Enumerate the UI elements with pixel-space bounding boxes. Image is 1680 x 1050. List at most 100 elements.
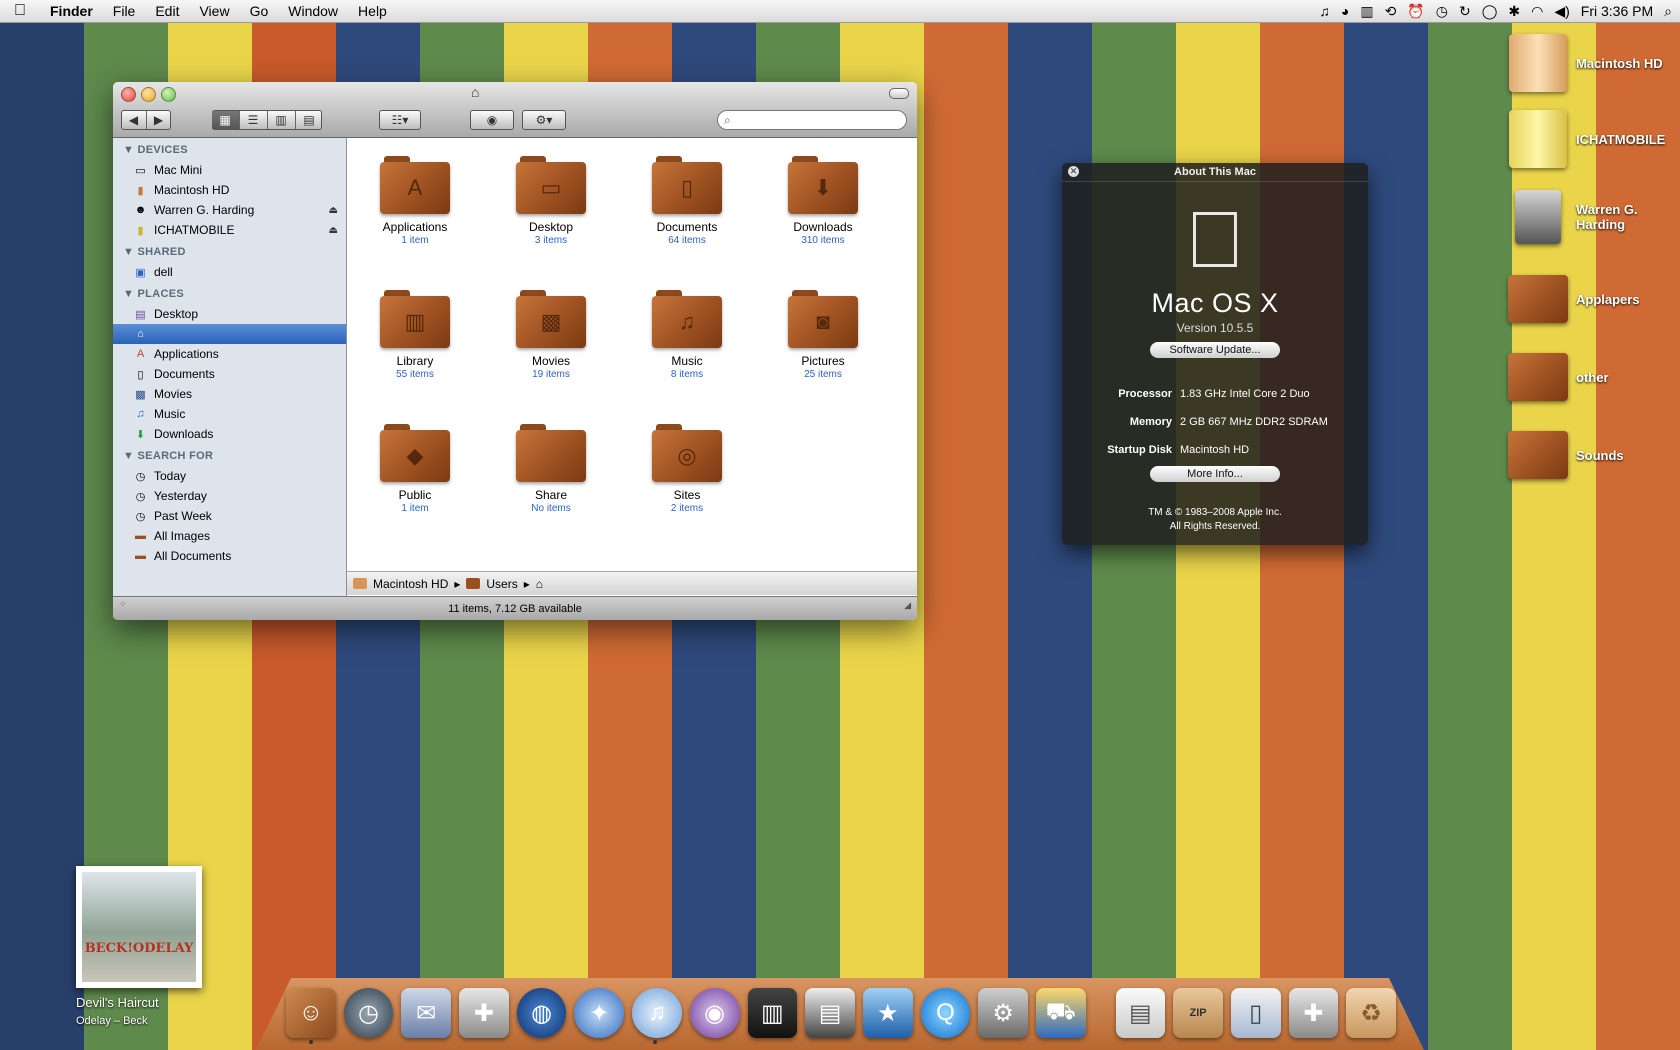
back-arrow-icon[interactable]: ◀: [122, 111, 147, 129]
sidebar-item-all-documents[interactable]: ▬ All Documents: [113, 546, 346, 566]
menu-go[interactable]: Go: [240, 0, 279, 22]
sidebar-header-places[interactable]: ▼ PLACES: [113, 282, 346, 304]
forward-arrow-icon[interactable]: ▶: [147, 111, 171, 129]
menu-clock[interactable]: Fri 3:36 PM: [1581, 0, 1653, 22]
sidebar-item-downloads[interactable]: ⬇ Downloads: [113, 424, 346, 444]
sidebar-item-macintosh-hd[interactable]: ▮ Macintosh HD: [113, 180, 346, 200]
time-machine-dock-icon[interactable]: ◷: [343, 988, 394, 1038]
time-machine-icon[interactable]: ◷: [1436, 0, 1448, 22]
icon-view-icon[interactable]: ▦: [211, 111, 240, 129]
desktop-icon-sounds[interactable]: Sounds: [1508, 428, 1678, 482]
column-view-icon[interactable]: ▥: [268, 111, 296, 129]
sidebar-header-shared[interactable]: ▼ SHARED: [113, 240, 346, 262]
menu-file[interactable]: File: [103, 0, 146, 22]
folder-item[interactable]: ▥ Library 55 items: [347, 290, 483, 380]
imovie-dock-icon[interactable]: ★: [862, 988, 913, 1038]
globe-dock-icon[interactable]: ◍: [516, 988, 567, 1038]
spotlight-search-icon[interactable]: ⌕: [1664, 0, 1672, 22]
sidebar-item-documents[interactable]: ▯ Documents: [113, 364, 346, 384]
desktop-icon-macintosh-hd[interactable]: Macintosh HD: [1508, 34, 1678, 92]
search-input[interactable]: ⌕: [717, 110, 907, 130]
preview-document-dock-icon[interactable]: ▤: [1115, 988, 1166, 1038]
chat-bubble-icon[interactable]: ◯: [1482, 0, 1498, 22]
cpu-meter-icon[interactable]: ▥: [1360, 0, 1373, 22]
minimize-button[interactable]: [141, 87, 156, 102]
folder-item[interactable]: ▩ Movies 19 items: [483, 290, 619, 380]
zip-archive-dock-icon[interactable]: ZIP: [1173, 988, 1223, 1038]
sidebar-item-desktop[interactable]: ▤ Desktop: [113, 304, 346, 324]
coverflow-view-icon[interactable]: ▤: [296, 111, 323, 129]
close-button[interactable]: [121, 87, 136, 102]
sidebar-item-warren-g-harding[interactable]: ☻ Warren G. Harding ⏏: [113, 200, 346, 220]
folder-item[interactable]: A Applications 1 item: [347, 156, 483, 246]
menu-edit[interactable]: Edit: [145, 0, 189, 22]
sidebar-item-today[interactable]: ◷ Today: [113, 466, 346, 486]
folder-item[interactable]: ▯ Documents 64 items: [619, 156, 755, 246]
menu-help[interactable]: Help: [348, 0, 397, 22]
folder-item[interactable]: ◎ Sites 2 items: [619, 424, 755, 514]
document-stack-dock-icon[interactable]: ▯: [1230, 988, 1281, 1038]
refresh-icon[interactable]: ↻: [1459, 0, 1471, 22]
sync-icon[interactable]: ⟲: [1385, 0, 1397, 22]
wifi-icon[interactable]: ◠: [1531, 0, 1543, 22]
sidebar-header-search-for[interactable]: ▼ SEARCH FOR: [113, 444, 346, 466]
sidebar-item-movies[interactable]: ▩ Movies: [113, 384, 346, 404]
clapperboard-dock-icon[interactable]: ▤: [805, 988, 855, 1038]
desktop-icon-ichatmobile[interactable]: ICHATMOBILE: [1508, 110, 1678, 168]
menu-finder[interactable]: Finder: [40, 0, 103, 22]
folder-item[interactable]: ⬇ Downloads 310 items: [755, 156, 891, 246]
folder-item[interactable]: ▭ Desktop 3 items: [483, 156, 619, 246]
itunes-dock-icon[interactable]: ♫: [632, 988, 682, 1038]
path-segment-users[interactable]: Users: [486, 577, 517, 591]
sidebar-item-ichatmobile[interactable]: ▮ ICHATMOBILE ⏏: [113, 220, 346, 240]
menu-view[interactable]: View: [189, 0, 239, 22]
volume-icon[interactable]: ◀): [1554, 0, 1569, 22]
sidebar-resize-handle-icon[interactable]: ⁘: [119, 592, 127, 616]
sidebar-item-home[interactable]: ⌂: [113, 324, 346, 344]
list-view-icon[interactable]: ☰: [240, 111, 268, 129]
eject-icon[interactable]: ⏏: [329, 205, 338, 216]
eject-icon[interactable]: ⏏: [329, 225, 338, 236]
arrange-menu-button[interactable]: ☷▾: [379, 110, 421, 130]
bluetooth-icon[interactable]: ✱: [1508, 0, 1520, 22]
delivery-truck-dock-icon[interactable]: ⛟: [1035, 988, 1086, 1038]
desktop-icon-applapers[interactable]: Applapers: [1508, 272, 1678, 326]
finder-titlebar[interactable]: ⌂ ◀ ▶ ▦ ☰ ▥ ▤ ☷▾ ◉ ⚙▾ ⌕: [113, 82, 917, 138]
toolbar-toggle-button[interactable]: [889, 88, 909, 99]
folder-item[interactable]: ◙ Pictures 25 items: [755, 290, 891, 380]
sidebar-header-devices[interactable]: ▼ DEVICES: [113, 138, 346, 160]
action-menu-button[interactable]: ⚙▾: [522, 110, 566, 130]
pixel-app-dock-icon[interactable]: ✚: [459, 988, 509, 1038]
dvd-player-dock-icon[interactable]: ◉: [689, 988, 740, 1038]
close-icon[interactable]: ✕: [1068, 166, 1079, 177]
soundtrack-dock-icon[interactable]: ▥: [747, 988, 798, 1038]
safari-compass-dock-icon[interactable]: ✦: [574, 988, 625, 1038]
menu-window[interactable]: Window: [278, 0, 348, 22]
resize-grip-icon[interactable]: ◢: [904, 593, 911, 617]
quick-look-button[interactable]: ◉: [470, 110, 514, 130]
folder-item[interactable]: Share No items: [483, 424, 619, 514]
sidebar-item-past-week[interactable]: ◷ Past Week: [113, 506, 346, 526]
quicktime-dock-icon[interactable]: Q: [920, 988, 971, 1038]
path-segment-home-icon[interactable]: ⌂: [536, 577, 543, 591]
trash-recycle-icon[interactable]: ♻: [1346, 988, 1396, 1038]
folder-item[interactable]: ♫ Music 8 items: [619, 290, 755, 380]
more-info-button[interactable]: More Info...: [1150, 466, 1280, 482]
path-segment-macintosh-hd[interactable]: Macintosh HD: [373, 577, 448, 591]
folder-item[interactable]: ◆ Public 1 item: [347, 424, 483, 514]
sidebar-item-mac-mini[interactable]: ▭ Mac Mini: [113, 160, 346, 180]
desktop-icon-warren-g-harding[interactable]: Warren G. Harding: [1508, 190, 1678, 244]
mail-stamp-dock-icon[interactable]: ✉: [401, 988, 452, 1038]
sidebar-item-yesterday[interactable]: ◷ Yesterday: [113, 486, 346, 506]
album-art-widget[interactable]: BECK!ODELAY: [76, 866, 202, 988]
desktop-icon-other[interactable]: other: [1508, 350, 1678, 404]
sidebar-item-applications[interactable]: A Applications: [113, 344, 346, 364]
panel-title[interactable]: About This Mac: [1062, 163, 1368, 182]
system-preferences-gear-icon[interactable]: ⚙: [978, 988, 1028, 1038]
itunes-note-icon[interactable]: ♫: [1319, 0, 1330, 22]
utility-dock-icon[interactable]: ✚: [1288, 988, 1339, 1038]
alarm-clock-icon[interactable]: ⏰: [1407, 0, 1424, 22]
apple-menu-icon[interactable]: : [0, 2, 40, 20]
sidebar-item-all-images[interactable]: ▬ All Images: [113, 526, 346, 546]
color-wheel-icon[interactable]: ◕: [1341, 0, 1349, 22]
